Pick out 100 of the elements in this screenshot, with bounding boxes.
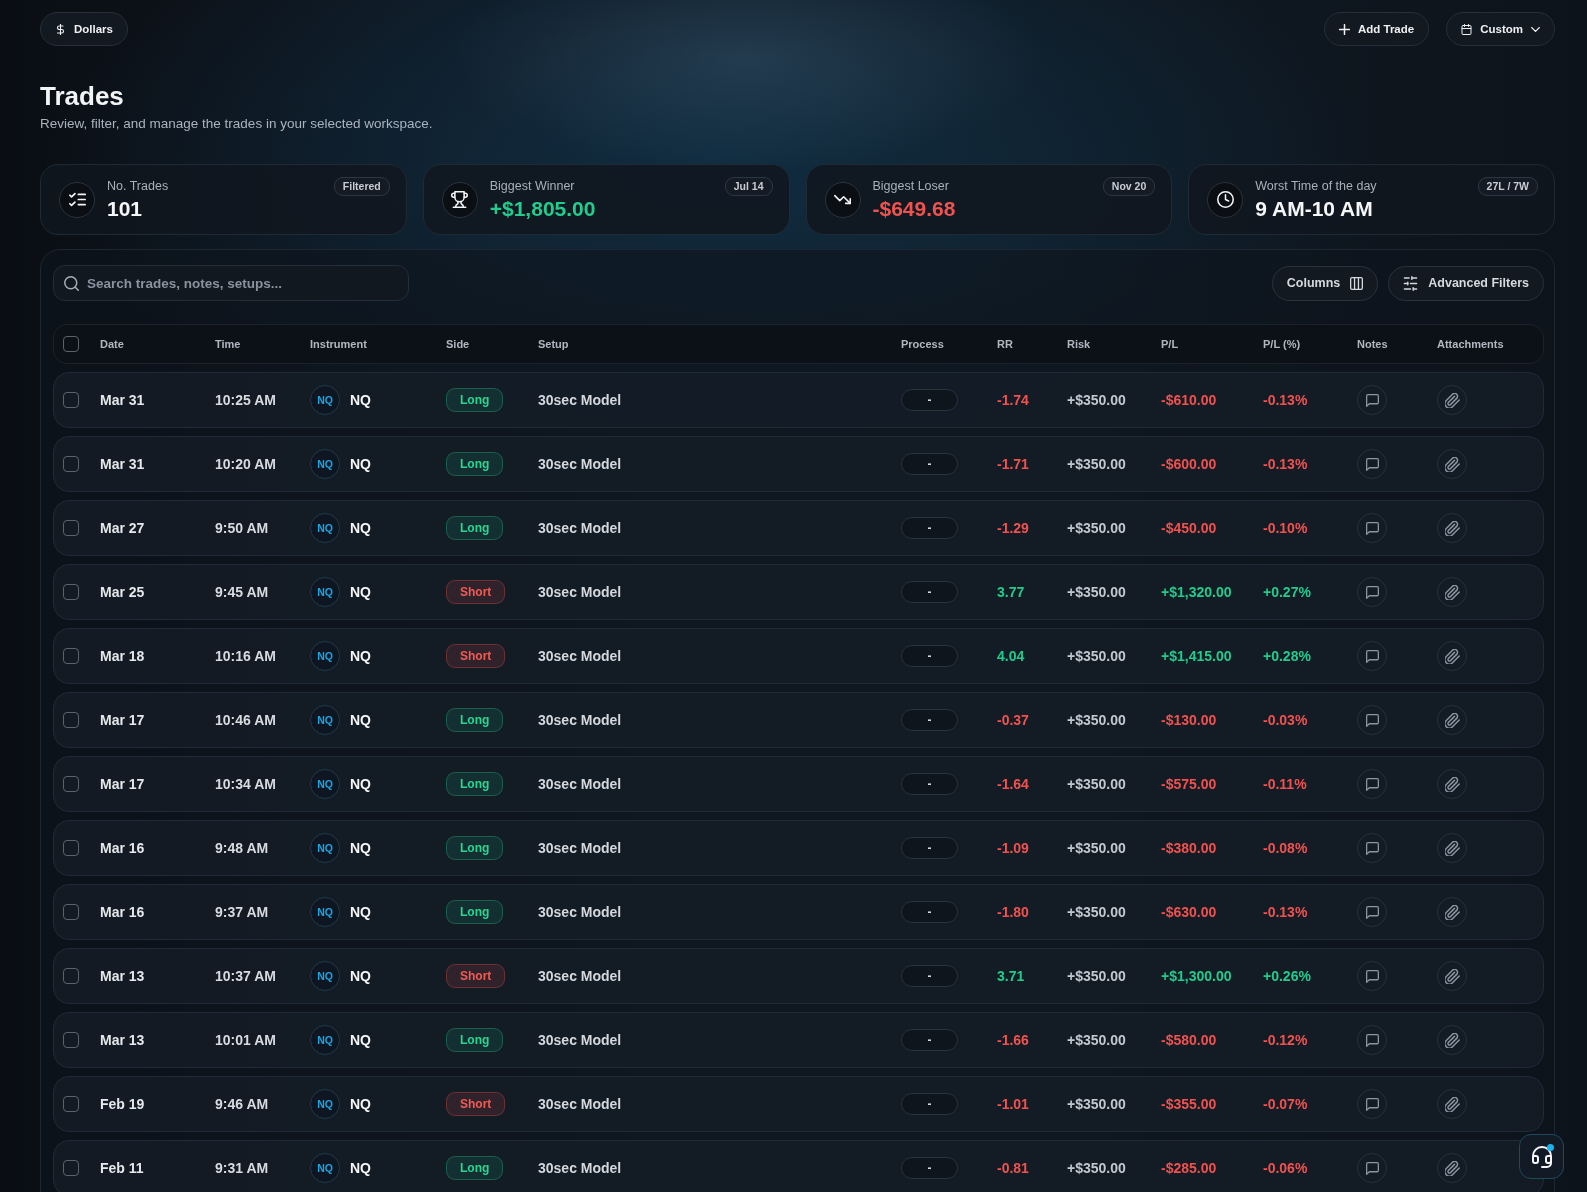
select-all-checkbox[interactable] — [63, 336, 79, 352]
setup-cell: 30sec Model — [538, 456, 622, 472]
pl-cell: +$1,300.00 — [1161, 968, 1232, 984]
trade-row[interactable]: Feb 11 9:31 AM NQ NQ Long 30sec Model - -0.81 +$350.00 -$285.00 -0.06% — [53, 1140, 1544, 1192]
process-selector[interactable]: - — [901, 517, 958, 539]
columns-icon — [1350, 276, 1364, 290]
row-checkbox[interactable] — [63, 904, 79, 920]
stat-label: Biggest Winner — [489, 178, 575, 194]
row-checkbox[interactable] — [63, 584, 79, 600]
column-header: RR — [997, 338, 1013, 350]
instrument-cell: NQ — [350, 1160, 371, 1176]
date-cell: Mar 13 — [100, 1032, 145, 1048]
trade-row[interactable]: Mar 17 10:34 AM NQ NQ Long 30sec Model - -1.64 +$350.00 -$575.00 -0.11% — [53, 756, 1544, 812]
trade-row[interactable]: Mar 16 9:37 AM NQ NQ Long 30sec Model - -1.80 +$350.00 -$630.00 -0.13% — [53, 884, 1544, 940]
time-cell: 9:37 AM — [215, 904, 269, 920]
rr-cell: 3.71 — [997, 968, 1025, 984]
paperclip-icon — [1444, 648, 1460, 664]
pl-percent-cell: -0.10% — [1263, 520, 1308, 536]
row-checkbox[interactable] — [63, 392, 79, 408]
process-selector[interactable]: - — [901, 389, 958, 411]
trade-row[interactable]: Mar 13 10:37 AM NQ NQ Short 30sec Model - 3.71 +$350.00 +$1,300.00 +0.26% — [53, 948, 1544, 1004]
instrument-badge: NQ — [310, 833, 340, 863]
trade-row[interactable]: Feb 19 9:46 AM NQ NQ Short 30sec Model - -1.01 +$350.00 -$355.00 -0.07% — [53, 1076, 1544, 1132]
comment-icon — [1365, 457, 1379, 471]
paperclip-icon — [1444, 1160, 1460, 1176]
setup-cell: 30sec Model — [538, 712, 622, 728]
currency-button[interactable]: Dollars — [40, 12, 128, 46]
instrument-cell: NQ — [350, 968, 371, 984]
time-cell: 10:37 AM — [215, 968, 276, 984]
trade-row[interactable]: Mar 17 10:46 AM NQ NQ Long 30sec Model - -0.37 +$350.00 -$130.00 -0.03% — [53, 692, 1544, 748]
row-checkbox[interactable] — [63, 456, 79, 472]
pl-percent-cell: +0.28% — [1263, 648, 1311, 664]
row-checkbox[interactable] — [63, 1160, 79, 1176]
rr-cell: -0.81 — [997, 1160, 1029, 1176]
paperclip-icon — [1444, 904, 1460, 920]
search-field[interactable]: Search trades, notes, setups... — [53, 265, 409, 301]
setup-cell: 30sec Model — [538, 840, 622, 856]
date-cell: Mar 16 — [100, 840, 145, 856]
risk-cell: +$350.00 — [1067, 456, 1126, 472]
process-selector[interactable]: - — [901, 773, 958, 795]
time-cell: 9:31 AM — [215, 1160, 269, 1176]
process-selector[interactable]: - — [901, 709, 958, 731]
instrument-cell: NQ — [350, 1096, 371, 1112]
pl-percent-cell: -0.06% — [1263, 1160, 1308, 1176]
support-button[interactable] — [1519, 1134, 1564, 1179]
trade-row[interactable]: Mar 31 10:25 AM NQ NQ Long 30sec Model - -1.74 +$350.00 -$610.00 -0.13% — [53, 372, 1544, 428]
instrument-cell: NQ — [350, 904, 371, 920]
row-checkbox[interactable] — [63, 520, 79, 536]
row-checkbox[interactable] — [63, 648, 79, 664]
pl-percent-cell: -0.11% — [1263, 776, 1307, 792]
instrument-badge: NQ — [310, 513, 340, 543]
column-header: Side — [446, 338, 470, 350]
side-tag: Short — [446, 644, 506, 668]
dollar-icon — [55, 23, 66, 35]
process-selector[interactable]: - — [901, 453, 958, 475]
columns-button[interactable]: Columns — [1271, 265, 1379, 301]
side-tag: Long — [446, 516, 504, 540]
trade-row[interactable]: Mar 13 10:01 AM NQ NQ Long 30sec Model - -1.66 +$350.00 -$580.00 -0.12% — [53, 1012, 1544, 1068]
process-selector[interactable]: - — [901, 1157, 958, 1179]
paperclip-icon — [1444, 840, 1460, 856]
trade-row[interactable]: Mar 18 10:16 AM NQ NQ Short 30sec Model - 4.04 +$350.00 +$1,415.00 +0.28% — [53, 628, 1544, 684]
row-checkbox[interactable] — [63, 776, 79, 792]
setup-cell: 30sec Model — [538, 776, 622, 792]
pl-cell: -$130.00 — [1161, 712, 1217, 728]
comment-icon — [1365, 521, 1379, 535]
row-checkbox[interactable] — [63, 712, 79, 728]
trade-row[interactable]: Mar 16 9:48 AM NQ NQ Long 30sec Model - -1.09 +$350.00 -$380.00 -0.08% — [53, 820, 1544, 876]
process-selector[interactable]: - — [901, 645, 958, 667]
process-selector[interactable]: - — [901, 901, 958, 923]
trade-row[interactable]: Mar 31 10:20 AM NQ NQ Long 30sec Model - -1.71 +$350.00 -$600.00 -0.13% — [53, 436, 1544, 492]
trade-row[interactable]: Mar 25 9:45 AM NQ NQ Short 30sec Model - 3.77 +$350.00 +$1,320.00 +0.27% — [53, 564, 1544, 620]
add-trade-button[interactable]: Add Trade — [1323, 12, 1430, 46]
date-cell: Feb 11 — [100, 1160, 144, 1176]
side-tag: Long — [446, 452, 504, 476]
time-cell: 9:48 AM — [215, 840, 269, 856]
row-checkbox[interactable] — [63, 1096, 79, 1112]
side-tag: Long — [446, 388, 504, 412]
side-tag: Short — [446, 964, 506, 988]
time-cell: 9:50 AM — [215, 520, 269, 536]
search-icon — [64, 275, 79, 291]
trade-row[interactable]: Mar 27 9:50 AM NQ NQ Long 30sec Model - -1.29 +$350.00 -$450.00 -0.10% — [53, 500, 1544, 556]
comment-icon — [1365, 777, 1379, 791]
process-selector[interactable]: - — [901, 965, 958, 987]
date-range-button[interactable]: Custom — [1446, 12, 1555, 46]
pl-percent-cell: -0.13% — [1263, 392, 1308, 408]
page-subtitle: Review, filter, and manage the trades in your selected workspace. — [40, 115, 433, 133]
date-cell: Mar 16 — [100, 904, 145, 920]
process-selector[interactable]: - — [901, 1029, 958, 1051]
rr-cell: -1.01 — [997, 1096, 1029, 1112]
row-checkbox[interactable] — [63, 840, 79, 856]
row-checkbox[interactable] — [63, 968, 79, 984]
paperclip-icon — [1444, 776, 1460, 792]
process-selector[interactable]: - — [901, 837, 958, 859]
instrument-badge: NQ — [310, 449, 340, 479]
process-selector[interactable]: - — [901, 1093, 958, 1115]
row-checkbox[interactable] — [63, 1032, 79, 1048]
stat-value: -$649.68 — [872, 195, 956, 221]
process-selector[interactable]: - — [901, 581, 958, 603]
filters-button[interactable]: Advanced Filters — [1388, 265, 1544, 301]
pl-percent-cell: +0.27% — [1263, 584, 1311, 600]
